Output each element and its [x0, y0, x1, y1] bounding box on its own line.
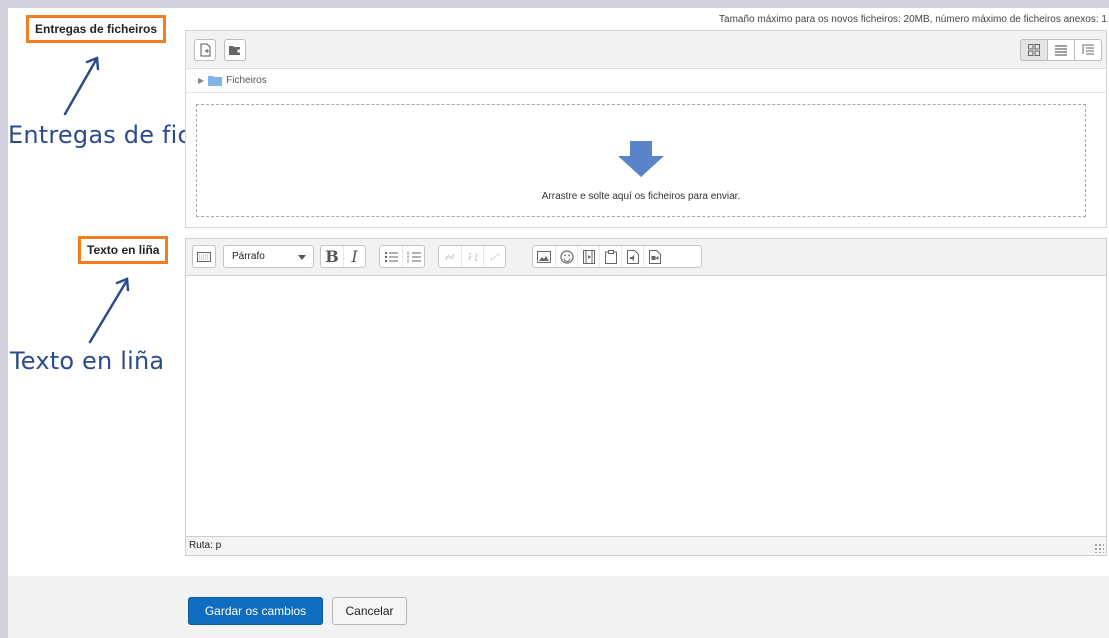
online-text-editor: Párrafo B I Ruta: p	[185, 238, 1107, 556]
view-tree-button[interactable]	[1074, 39, 1102, 61]
numbered-list-icon	[407, 251, 421, 262]
clipboard-icon	[604, 249, 617, 264]
editor-toolbar: Párrafo B I	[186, 239, 1106, 276]
unlink-button[interactable]	[461, 246, 483, 267]
paragraph-style-value: Párrafo	[232, 251, 265, 262]
link-icon	[445, 253, 455, 260]
numbered-list-button[interactable]	[402, 246, 424, 267]
save-changes-button[interactable]: Gardar os cambios	[188, 597, 323, 625]
file-manager-path: ▶ Ficheiros	[186, 69, 1106, 93]
bold-button[interactable]: B	[321, 246, 343, 267]
annotation-arrows	[63, 56, 130, 344]
drop-zone-text: Arrastre e solte aquí os ficheiros para …	[541, 191, 741, 202]
max-file-info: Tamaño máximo para os novos ficheiros: 2…	[719, 14, 1107, 25]
editor-path-text: Ruta: p	[189, 540, 222, 551]
path-folder-label[interactable]: Ficheiros	[226, 75, 267, 86]
view-icons-button[interactable]	[1020, 39, 1048, 61]
arrow-to-online-text	[88, 277, 130, 344]
insert-emoticon-button[interactable]	[555, 246, 577, 267]
editor-status-bar: Ruta: p	[186, 536, 1106, 555]
grid-icon	[1028, 44, 1040, 56]
unlink-icon	[468, 252, 477, 261]
chevron-down-icon	[298, 255, 306, 260]
add-file-button[interactable]	[194, 39, 216, 61]
film-icon	[582, 249, 595, 264]
assignment-submission-page: Entregas de ficheiros Texto en liña Entr…	[8, 8, 1109, 638]
form-footer	[8, 576, 1109, 638]
paragraph-style-select[interactable]: Párrafo	[223, 245, 314, 268]
video-file-icon	[648, 249, 661, 264]
insert-image-button[interactable]	[533, 246, 555, 267]
record-video-button[interactable]	[643, 246, 665, 267]
link-group	[438, 245, 506, 268]
create-folder-button[interactable]	[224, 39, 246, 61]
list-icon	[1055, 45, 1067, 56]
view-list-button[interactable]	[1047, 39, 1075, 61]
anchor-button[interactable]	[483, 246, 505, 267]
annotation-online-text: Texto en liña	[10, 347, 165, 375]
keyboard-icon	[197, 251, 211, 262]
audio-file-icon	[626, 249, 639, 264]
format-group: B I	[320, 245, 366, 268]
record-audio-button[interactable]	[621, 246, 643, 267]
italic-button[interactable]: I	[343, 246, 365, 267]
folder-icon	[208, 76, 223, 86]
download-arrow-icon	[618, 141, 664, 177]
folder-add-icon	[229, 46, 241, 55]
tree-icon	[1082, 44, 1094, 55]
image-icon	[537, 250, 551, 263]
view-mode-group	[1020, 39, 1102, 61]
add-file-icon	[200, 43, 211, 57]
file-drop-zone[interactable]: Arrastre e solte aquí os ficheiros para …	[196, 104, 1086, 217]
resize-handle-icon[interactable]	[1094, 543, 1104, 553]
media-group	[532, 245, 702, 268]
arrow-to-file-submissions	[63, 56, 100, 116]
link-button[interactable]	[439, 246, 461, 267]
file-manager-toolbar	[186, 31, 1106, 69]
bullet-list-icon	[384, 251, 398, 262]
toolbar-toggle-button[interactable]	[193, 246, 215, 267]
insert-media-button[interactable]	[577, 246, 599, 267]
file-manager: ▶ Ficheiros Arrastre e solte aquí os fic…	[185, 30, 1107, 228]
list-group	[379, 245, 425, 268]
editor-content-area[interactable]	[186, 276, 1106, 537]
cancel-button[interactable]: Cancelar	[332, 597, 407, 625]
smiley-icon	[559, 249, 574, 264]
manage-files-button[interactable]	[599, 246, 621, 267]
anchor-icon	[490, 252, 499, 261]
expand-triangle-icon[interactable]: ▶	[198, 76, 204, 85]
bullet-list-button[interactable]	[380, 246, 402, 267]
toolbar-toggle-group	[192, 245, 216, 268]
